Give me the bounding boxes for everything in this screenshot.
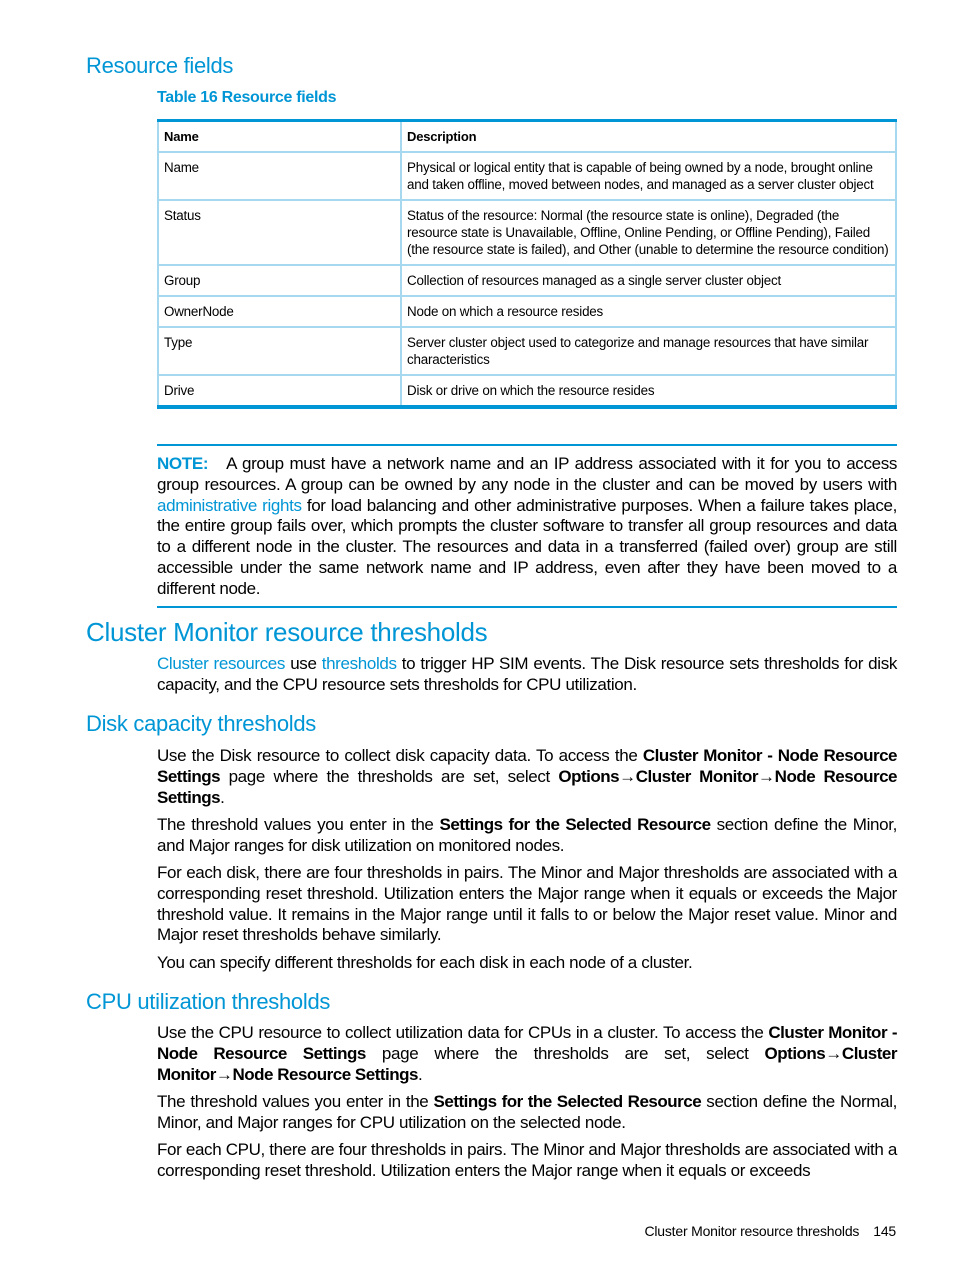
heading-resource-fields: Resource fields <box>86 53 234 78</box>
arrow-icon: → <box>215 1064 233 1084</box>
disk-paragraph-2: The threshold values you enter in the Se… <box>157 815 897 857</box>
text: page where the thresholds are set, selec… <box>365 1043 765 1063</box>
footer-section-title: Cluster Monitor resource thresholds <box>644 1223 860 1239</box>
resource-fields-table: Name Description Name Physical or logica… <box>157 119 897 409</box>
disk-paragraph-4: You can specify different thresholds for… <box>157 953 693 972</box>
page-footer: Cluster Monitor resource thresholds 145 <box>644 1223 896 1239</box>
cell-description: Status of the resource: Normal (the reso… <box>400 200 897 266</box>
text: Use the Disk resource to collect disk ca… <box>157 746 643 765</box>
ui-section-name: Settings for the Selected Resource <box>433 1092 702 1111</box>
ui-section-name: Settings for the Selected Resource <box>439 815 712 834</box>
disk-paragraph-1: Use the Disk resource to collect disk ca… <box>157 746 898 808</box>
cpu-paragraph-2: The threshold values you enter in the Se… <box>157 1092 897 1134</box>
column-header-name: Name <box>157 120 402 153</box>
text: The threshold values you enter in the <box>157 1092 434 1111</box>
text: The threshold values you enter in the <box>157 815 440 834</box>
cell-name: OwnerNode <box>157 296 402 328</box>
cpu-paragraph-3: For each CPU, there are four thresholds … <box>157 1140 897 1180</box>
heading-disk-capacity-thresholds: Disk capacity thresholds <box>86 711 317 736</box>
menu-path-options: Options <box>764 1043 826 1063</box>
intro-text: use <box>285 654 322 673</box>
disk-paragraph-3: For each disk, there are four thresholds… <box>157 863 897 945</box>
cell-description: Disk or drive on which the resource resi… <box>400 375 897 407</box>
text: page where the thresholds are set, selec… <box>220 766 559 786</box>
note-label: NOTE: <box>157 454 209 473</box>
menu-path-node-resource-settings: Node Resource Settings <box>232 1064 418 1084</box>
note-text-1: A group must have a network name and an … <box>157 454 897 494</box>
arrow-icon: → <box>825 1043 842 1063</box>
table-row: Type Server cluster object used to categ… <box>157 327 897 376</box>
cell-description: Collection of resources managed as a sin… <box>400 265 897 297</box>
cell-name: Name <box>157 152 402 201</box>
arrow-icon: → <box>758 766 775 786</box>
cell-name: Status <box>157 200 402 266</box>
text: Use the CPU resource to collect utilizat… <box>157 1023 769 1042</box>
menu-path-cluster-monitor: Cluster Monitor <box>635 766 759 786</box>
note-box: NOTE: A group must have a network name an… <box>157 444 897 608</box>
cluster-intro-paragraph: Cluster resources use thresholds to trig… <box>157 654 897 696</box>
cluster-resources-link[interactable]: Cluster resources <box>157 654 285 673</box>
column-header-description: Description <box>400 120 897 153</box>
table-caption: Table 16 Resource fields <box>157 89 337 106</box>
thresholds-link[interactable]: thresholds <box>322 654 397 673</box>
cpu-paragraph-1: Use the CPU resource to collect utilizat… <box>157 1023 898 1085</box>
cell-description: Physical or logical entity that is capab… <box>400 152 897 201</box>
arrow-icon: → <box>619 766 636 786</box>
cell-name: Drive <box>157 375 402 407</box>
heading-cluster-monitor-thresholds: Cluster Monitor resource thresholds <box>86 617 488 647</box>
page-number: 145 <box>873 1223 896 1239</box>
cell-description: Server cluster object used to categorize… <box>400 327 897 376</box>
heading-cpu-utilization-thresholds: CPU utilization thresholds <box>86 989 331 1014</box>
administrative-rights-link[interactable]: administrative rights <box>157 496 302 515</box>
table-row: Group Collection of resources managed as… <box>157 265 897 297</box>
table-row: Status Status of the resource: Normal (t… <box>157 200 897 266</box>
cell-name: Group <box>157 265 402 297</box>
table-row: Name Physical or logical entity that is … <box>157 152 897 201</box>
cell-description: Node on which a resource resides <box>400 296 897 328</box>
table-header-row: Name Description <box>157 120 897 153</box>
table-row: Drive Disk or drive on which the resourc… <box>157 375 897 407</box>
cell-name: Type <box>157 327 402 376</box>
table-row: OwnerNode Node on which a resource resid… <box>157 296 897 328</box>
text: . <box>220 787 225 807</box>
text: . <box>417 1064 423 1084</box>
menu-path-options: Options <box>558 766 620 786</box>
